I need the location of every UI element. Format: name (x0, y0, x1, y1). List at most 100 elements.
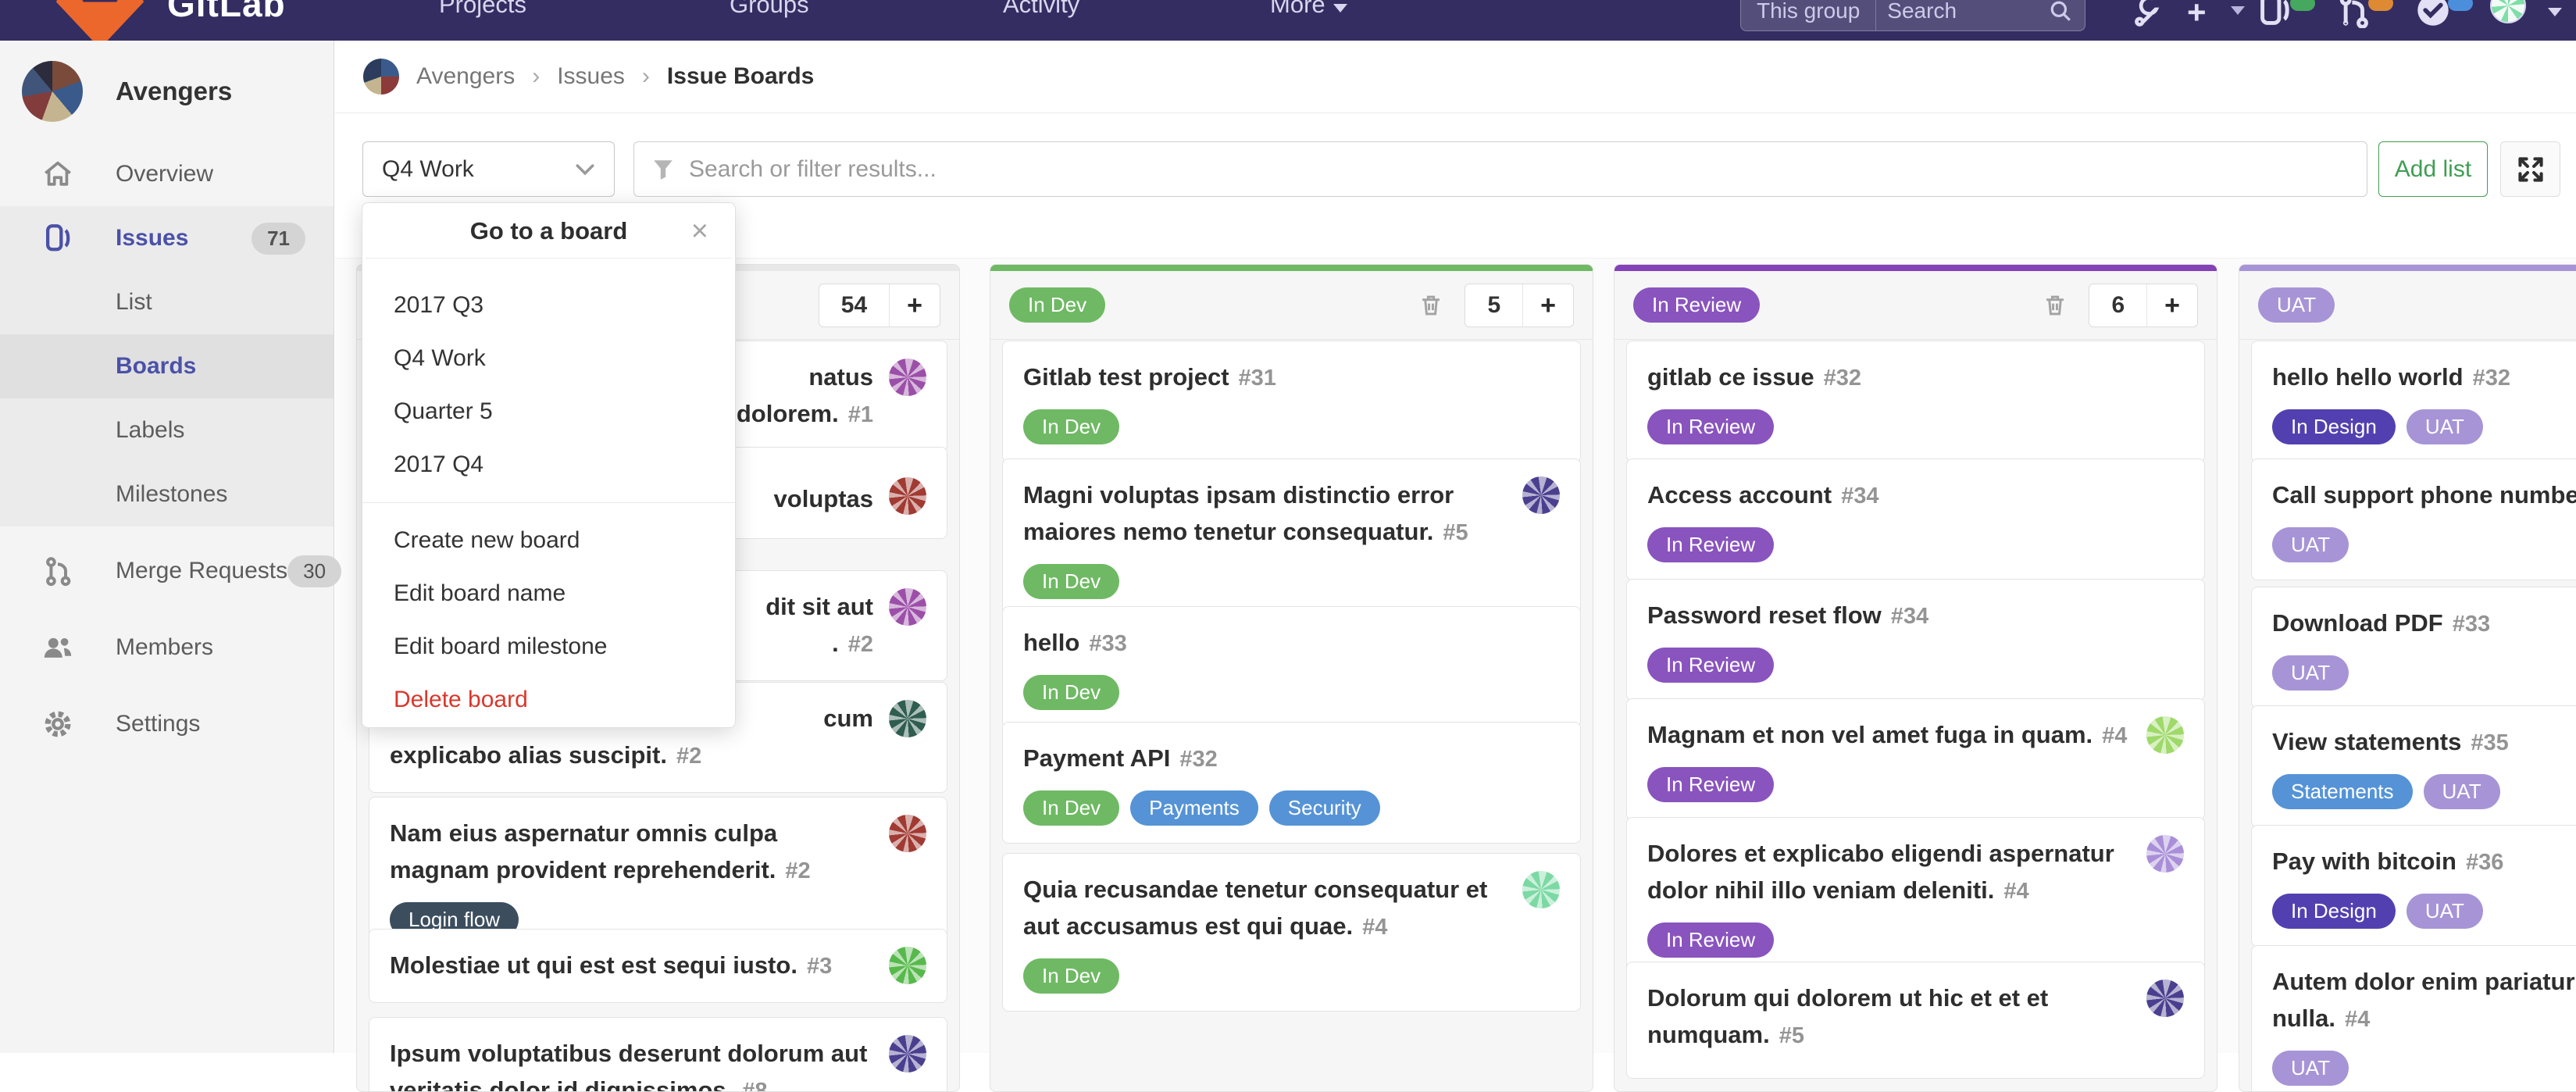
board-option-q4-work[interactable]: Q4 Work (362, 332, 735, 385)
label-pill[interactable]: In Dev (1023, 790, 1120, 826)
label-pill[interactable]: Statements (2272, 774, 2413, 809)
gitlab-logo-icon[interactable] (56, 0, 144, 41)
user-avatar[interactable] (2490, 0, 2526, 23)
filter-input[interactable] (689, 155, 2349, 183)
label-pill[interactable]: UAT (2406, 894, 2483, 929)
board-option-quarter-5[interactable]: Quarter 5 (362, 385, 735, 438)
nav-link-groups[interactable]: Groups (730, 0, 809, 22)
sidebar-item-merge-requests[interactable]: Merge Requests 30 (0, 539, 342, 603)
issue-card[interactable]: Molestiae ut qui est est sequi iusto. #3 (369, 929, 947, 1003)
label-pill[interactable]: Payments (1130, 790, 1258, 826)
label-pill[interactable]: In Review (1647, 767, 1775, 802)
navbar-issues-icon[interactable] (2257, 0, 2293, 28)
label-pill[interactable]: Security (1268, 790, 1380, 826)
issue-card[interactable]: Quia recusandae tenetur consequatur et a… (1002, 853, 1581, 1012)
nav-link-more[interactable]: More (1270, 0, 1347, 22)
new-plus-icon[interactable]: + (2187, 0, 2207, 31)
nav-link-projects[interactable]: Projects (439, 0, 526, 22)
label-pill[interactable]: UAT (2406, 409, 2483, 444)
sidebar-item-milestones[interactable]: Milestones (0, 462, 334, 526)
sidebar-item-members[interactable]: Members (0, 616, 334, 680)
issue-card[interactable]: Autem dolor enim pariatur qui nulla.#4 U… (2251, 945, 2576, 1091)
fullscreen-toggle-button[interactable] (2500, 141, 2560, 197)
admin-wrench-icon[interactable] (2126, 0, 2160, 27)
label-pill[interactable]: In Design (2272, 409, 2396, 444)
issue-card[interactable]: Magnam et non vel amet fuga in quam. #4 I… (1626, 698, 2205, 820)
issue-card[interactable]: Password reset flow #34 In Review (1626, 579, 2205, 701)
board-option-2017-q4[interactable]: 2017 Q4 (362, 438, 735, 491)
edit-board-name-item[interactable]: Edit board name (362, 567, 735, 620)
assignee-avatar[interactable] (889, 815, 926, 852)
label-pill[interactable]: In Design (2272, 894, 2396, 929)
assignee-avatar[interactable] (2146, 835, 2184, 873)
sidebar-item-issues[interactable]: Issues 71 (0, 206, 334, 270)
add-issue-button[interactable]: + (1522, 284, 1573, 327)
issue-card[interactable]: Pay with bitcoin #36 In Design UAT (2251, 825, 2576, 947)
issue-card[interactable]: Ipsum voluptatibus deserunt dolorum aut … (369, 1017, 947, 1091)
label-pill[interactable]: In Review (1647, 409, 1775, 444)
column-label[interactable]: In Dev (1009, 287, 1106, 323)
label-pill[interactable]: In Review (1647, 527, 1775, 562)
todos-icon[interactable] (2415, 0, 2451, 28)
sidebar-item-labels[interactable]: Labels (0, 398, 334, 462)
issue-card[interactable]: Dolorum qui dolorem ut hic et et et numq… (1626, 962, 2205, 1079)
assignee-avatar[interactable] (889, 947, 926, 984)
edit-board-milestone-item[interactable]: Edit board milestone (362, 620, 735, 673)
issue-card[interactable]: Download PDF #33 UAT (2251, 587, 2576, 708)
label-pill[interactable]: In Dev (1023, 958, 1120, 994)
label-pill[interactable]: UAT (2272, 527, 2349, 562)
delete-list-trash-icon[interactable] (1418, 292, 1444, 319)
sidebar-item-boards[interactable]: Boards (0, 334, 334, 398)
assignee-avatar[interactable] (1522, 871, 1560, 908)
navbar-merge-requests-icon[interactable] (2335, 0, 2371, 28)
label-pill[interactable]: In Review (1647, 648, 1775, 683)
issue-card[interactable]: View statements #35 Statements UAT (2251, 705, 2576, 827)
issue-card[interactable]: Access account #34 In Review (1626, 459, 2205, 580)
global-search[interactable]: This group (1740, 0, 2085, 31)
add-list-button[interactable]: Add list (2378, 141, 2488, 197)
assignee-avatar[interactable] (889, 700, 926, 737)
issue-card[interactable]: gitlab ce issue #32 In Review (1626, 341, 2205, 462)
brand-title[interactable]: GitLab (167, 0, 286, 25)
add-issue-button[interactable]: + (2146, 284, 2197, 327)
label-pill[interactable]: In Dev (1023, 409, 1120, 444)
assignee-avatar[interactable] (889, 1035, 926, 1072)
assignee-avatar[interactable] (889, 477, 926, 515)
sidebar-item-list[interactable]: List (0, 270, 334, 334)
sidebar-item-settings[interactable]: Settings (0, 692, 334, 756)
label-pill[interactable]: In Dev (1023, 564, 1120, 599)
label-pill[interactable]: In Dev (1023, 675, 1120, 710)
issue-card[interactable]: Call support phone number#4 UAT (2251, 459, 2576, 580)
assignee-avatar[interactable] (2146, 716, 2184, 754)
search-scope-label[interactable]: This group (1741, 0, 1877, 30)
label-pill[interactable]: UAT (2272, 655, 2349, 691)
filter-bar[interactable] (633, 141, 2367, 197)
chevron-down-icon[interactable] (2540, 6, 2562, 20)
issue-card[interactable]: hello hello world #32 In Design UAT (2251, 341, 2576, 462)
assignee-avatar[interactable] (2146, 980, 2184, 1017)
assignee-avatar[interactable] (1522, 476, 1560, 514)
add-issue-button[interactable]: + (889, 284, 940, 327)
issue-card[interactable]: Gitlab test project #31 In Dev (1002, 341, 1581, 462)
nav-link-activity[interactable]: Activity (1003, 0, 1079, 22)
issue-card[interactable]: Payment API #32 In Dev Payments Security (1002, 722, 1581, 844)
label-pill[interactable]: UAT (2423, 774, 2500, 809)
breadcrumb-issues[interactable]: Issues (557, 63, 625, 90)
breadcrumb-group[interactable]: Avengers (416, 63, 515, 90)
create-new-board-item[interactable]: Create new board (362, 514, 735, 567)
board-selector-dropdown[interactable]: Q4 Work (362, 141, 615, 197)
issue-card[interactable]: Dolores et explicabo eligendi aspernatur… (1626, 817, 2205, 976)
label-pill[interactable]: In Review (1647, 922, 1775, 958)
global-search-input[interactable] (1876, 0, 2049, 23)
close-icon[interactable]: × (674, 216, 708, 246)
assignee-avatar[interactable] (889, 588, 926, 626)
column-label[interactable]: In Review (1633, 287, 1761, 323)
sidebar-item-overview[interactable]: Overview (0, 142, 334, 206)
assignee-avatar[interactable] (889, 359, 926, 396)
delete-list-trash-icon[interactable] (2042, 292, 2068, 319)
board-option-2017-q3[interactable]: 2017 Q3 (362, 279, 735, 332)
group-header[interactable]: Avengers (0, 41, 334, 142)
issue-card[interactable]: Magni voluptas ipsam distinctio error ma… (1002, 459, 1581, 617)
issue-card[interactable]: hello #33 In Dev (1002, 606, 1581, 728)
delete-board-item[interactable]: Delete board (362, 673, 735, 726)
